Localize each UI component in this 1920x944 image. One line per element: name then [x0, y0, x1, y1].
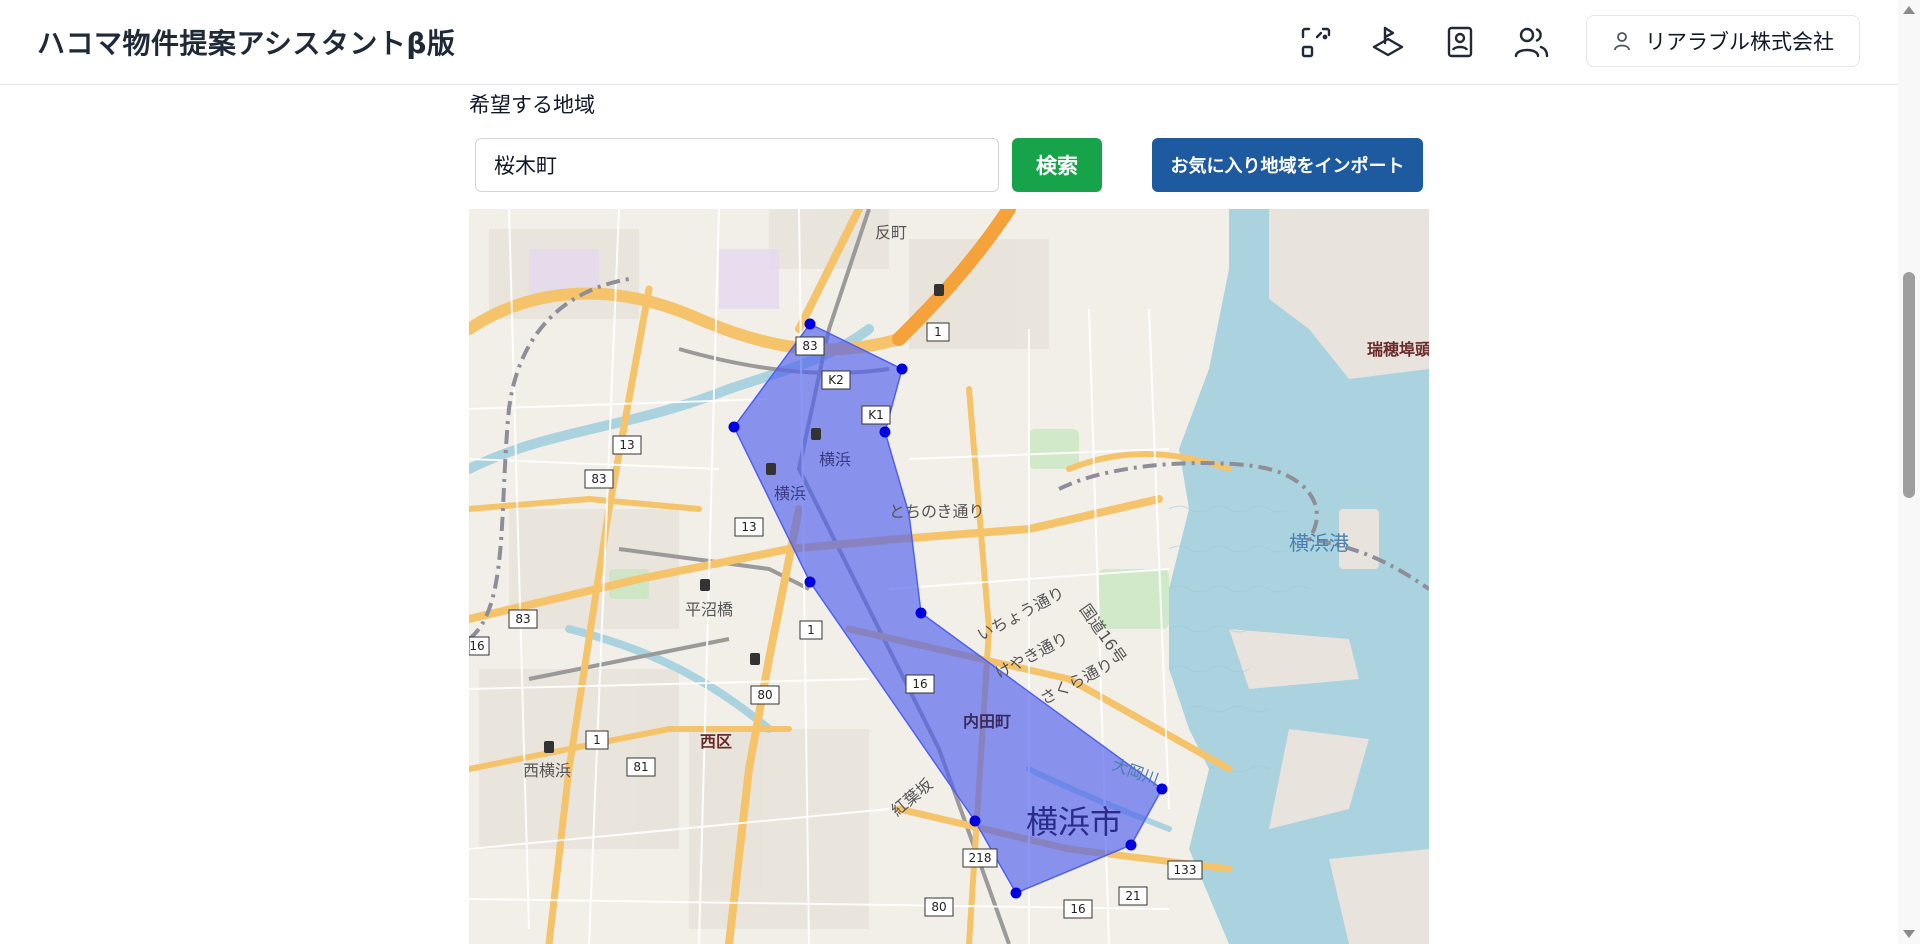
- route-shield: 1: [585, 730, 609, 750]
- svg-text:81: 81: [633, 760, 648, 774]
- svg-text:13: 13: [741, 520, 756, 534]
- train-station-icon: [934, 284, 944, 296]
- polygon-vertex-handle[interactable]: [804, 576, 816, 588]
- map-label-tochinoki-street: とちのき通り: [889, 502, 985, 521]
- svg-text:218: 218: [969, 851, 992, 865]
- company-name: リアラブル株式会社: [1645, 30, 1834, 54]
- route-shield: 218: [962, 848, 998, 868]
- polygon-vertex-handle[interactable]: [804, 318, 816, 330]
- map-label-mizuho-pier: 瑞穂埠頭: [1367, 340, 1429, 359]
- svg-text:133: 133: [1174, 863, 1197, 877]
- app-title: ハコマ物件提案アシスタントβ版: [37, 27, 456, 60]
- svg-text:1: 1: [593, 733, 601, 747]
- svg-text:16: 16: [1070, 902, 1085, 916]
- route-shield: 16: [469, 636, 490, 656]
- route-shield: 1: [799, 620, 823, 640]
- import-favorite-region-button[interactable]: お気に入り地域をインポート: [1152, 138, 1423, 192]
- users-icon[interactable]: [1514, 24, 1550, 60]
- pin-layers-icon[interactable]: [1370, 24, 1406, 60]
- train-station-icon: [750, 653, 760, 665]
- svg-text:K2: K2: [828, 373, 844, 387]
- route-shield: 81: [626, 757, 656, 777]
- map-label-nishi-yokohama: 西横浜: [523, 761, 571, 780]
- scroll-thumb[interactable]: [1903, 272, 1915, 498]
- svg-text:83: 83: [802, 339, 817, 353]
- svg-text:80: 80: [757, 688, 772, 702]
- map-label-yokohama-port: 横浜港: [1289, 531, 1349, 555]
- route-shield: 80: [924, 897, 954, 917]
- route-shield: K2: [821, 370, 851, 390]
- route-shield: 16: [905, 674, 935, 694]
- route-shield: 83: [584, 469, 614, 489]
- polygon-vertex-handle[interactable]: [1156, 783, 1168, 795]
- map-label-yokohama-shi: 横浜市: [1026, 803, 1122, 841]
- svg-text:1: 1: [934, 325, 942, 339]
- route-shield: 83: [508, 609, 538, 629]
- map-label-nishi-ku: 西区: [700, 732, 732, 751]
- svg-text:K1: K1: [868, 408, 884, 422]
- route-shield: 80: [750, 685, 780, 705]
- user-icon: [1613, 31, 1631, 51]
- region-search-input[interactable]: [475, 138, 999, 192]
- contact-book-icon[interactable]: [1442, 24, 1478, 60]
- polygon-vertex-handle[interactable]: [879, 426, 891, 438]
- region-map[interactable]: 83 K2 K1 1 13 83 13 83 16 1 80 1 81 16 2…: [469, 209, 1429, 944]
- svg-text:1: 1: [807, 623, 815, 637]
- polygon-vertex-handle[interactable]: [1125, 839, 1137, 851]
- map-label-yokohama-station: 横浜: [819, 450, 851, 469]
- polygon-vertex-handle[interactable]: [1010, 887, 1022, 899]
- route-shield: 13: [734, 517, 764, 537]
- route-shield: K1: [861, 405, 891, 425]
- search-button[interactable]: 検索: [1012, 138, 1102, 192]
- polygon-vertex-handle[interactable]: [915, 607, 927, 619]
- svg-text:83: 83: [591, 472, 606, 486]
- route-shield: 133: [1167, 860, 1203, 880]
- route-shield: 13: [612, 435, 642, 455]
- scan-icon[interactable]: [1298, 24, 1334, 60]
- map-label-uchidacho: 内田町: [963, 712, 1011, 731]
- svg-text:16: 16: [469, 639, 484, 653]
- route-shield: 16: [1063, 899, 1093, 919]
- scroll-up-arrow-icon[interactable]: [1903, 6, 1915, 14]
- polygon-vertex-handle[interactable]: [728, 421, 740, 433]
- company-account-button[interactable]: リアラブル株式会社: [1586, 15, 1860, 67]
- svg-text:80: 80: [931, 900, 946, 914]
- train-station-icon: [544, 741, 554, 753]
- train-station-icon: [700, 579, 710, 591]
- route-shield: 1: [926, 322, 950, 342]
- polygon-vertex-handle[interactable]: [969, 815, 981, 827]
- map-label-sorimachi: 反町: [875, 223, 907, 242]
- page-scrollbar[interactable]: [1898, 0, 1920, 944]
- svg-text:21: 21: [1125, 889, 1140, 903]
- region-label: 希望する地域: [469, 93, 595, 117]
- train-station-icon: [766, 463, 776, 475]
- route-shield: 83: [795, 336, 825, 356]
- app-header: ハコマ物件提案アシスタントβ版 リアラブル株式会社: [0, 0, 1898, 85]
- svg-text:13: 13: [619, 438, 634, 452]
- map-label-yokohama-station-2: 横浜: [774, 484, 806, 503]
- route-shield: 21: [1118, 886, 1148, 906]
- svg-text:16: 16: [912, 677, 927, 691]
- map-label-hiranumabashi: 平沼橋: [685, 600, 733, 619]
- polygon-vertex-handle[interactable]: [896, 363, 908, 375]
- scroll-down-arrow-icon[interactable]: [1903, 930, 1915, 938]
- train-station-icon: [811, 428, 821, 440]
- svg-text:83: 83: [515, 612, 530, 626]
